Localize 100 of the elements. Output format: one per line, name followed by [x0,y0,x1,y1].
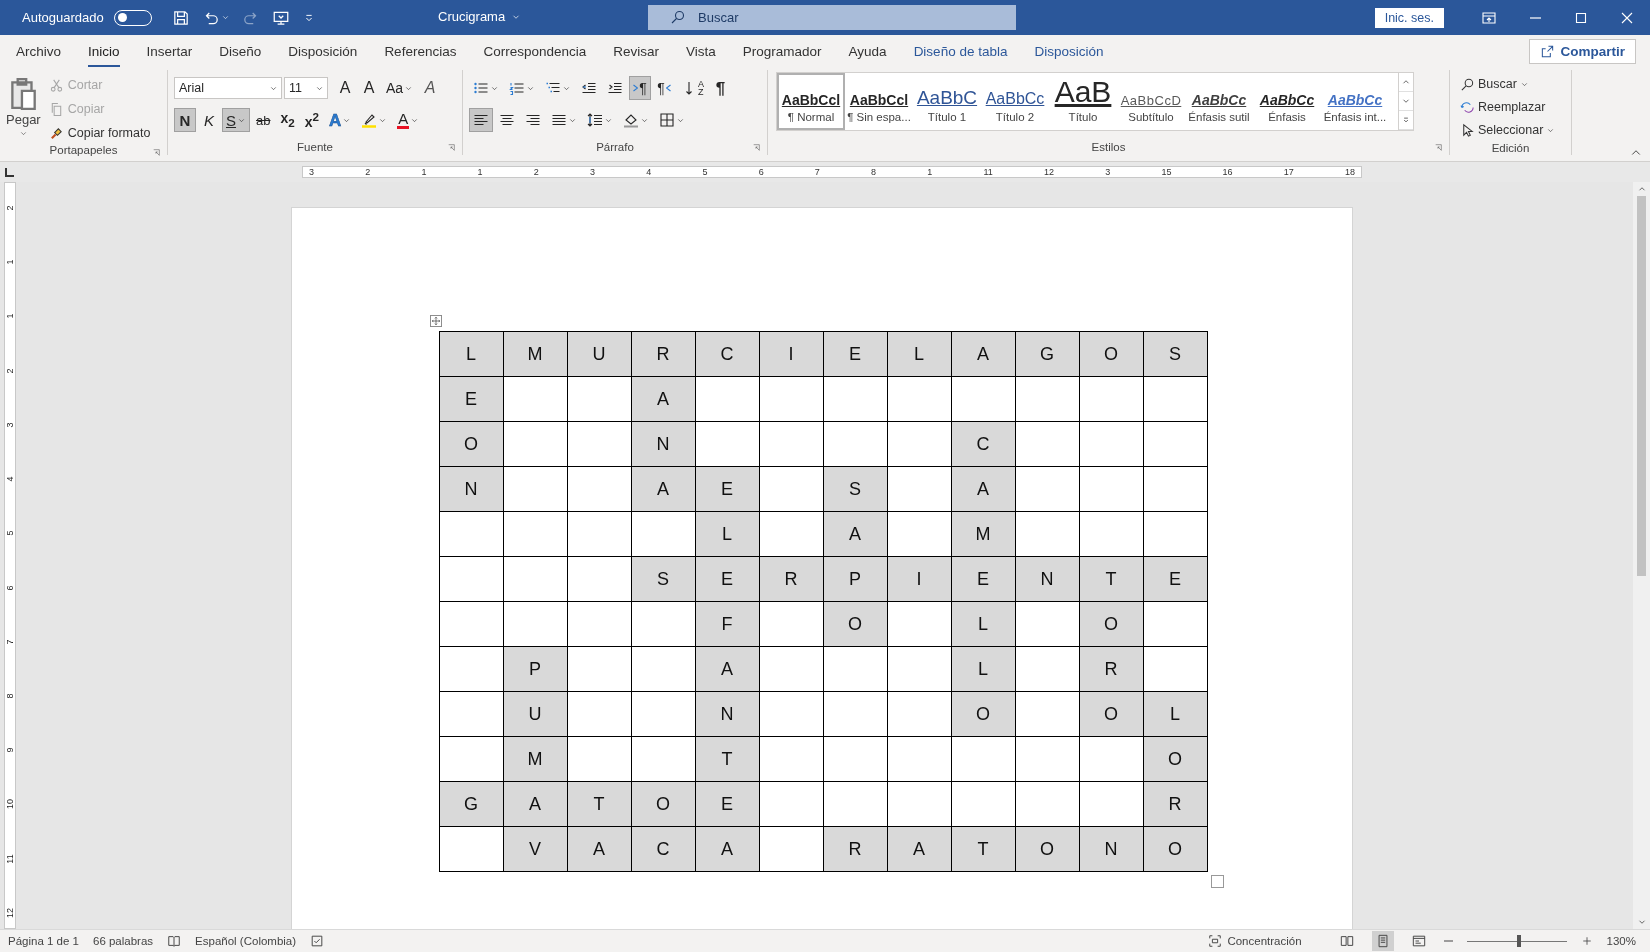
ribbon-tab[interactable]: Diseño de tabla [913,35,1008,67]
crossword-cell [887,511,951,557]
save-icon [171,8,190,27]
style-option[interactable]: AaBbCc Énfasis int... [1321,73,1389,130]
subscript-button[interactable]: x$_{2}$ [276,108,299,132]
ribbon-tab[interactable]: Vista [686,35,716,67]
show-marks-button[interactable]: ¶ [709,76,732,100]
tab-selector[interactable] [5,167,14,177]
ribbon-tab[interactable]: Correspondencia [483,35,587,67]
crossword-cell [631,601,695,647]
crossword-cell: P [823,556,887,602]
focus-button[interactable]: Concentración [1208,931,1302,951]
italic-button[interactable]: K [198,108,220,132]
crossword-cell: L [887,331,951,377]
clear-format-button[interactable]: A [419,76,442,100]
style-option[interactable]: AaB Título [1049,73,1117,130]
paint-bucket-icon [623,112,639,128]
ruler-number: 1 [5,259,15,265]
crossword-cell [503,376,567,422]
style-option[interactable]: AaBbCcl ¶ Normal [777,73,845,130]
ruler-number: 8 [871,167,877,177]
caret-icon [18,129,28,138]
crossword-cell: I [759,331,823,377]
table-resize-handle[interactable] [1210,875,1224,888]
search-field[interactable]: Buscar [648,5,1016,30]
font-family-field[interactable]: Arial [174,77,282,99]
ruler-number: 2 [533,167,539,177]
launcher-icon [152,148,161,157]
sort-button[interactable]: AZ [677,76,708,100]
find-button[interactable]: Buscar [1460,73,1561,95]
style-option[interactable]: AaBbC Título 1 [913,73,981,130]
ruler-number: 7 [5,639,15,645]
crossword-cell: G [439,781,503,827]
print-layout-icon [1375,934,1390,948]
ruler-number: 10 [5,799,15,810]
ribbon-tab[interactable]: Ayuda [848,35,887,67]
print-layout-button[interactable] [1371,931,1394,951]
ribbon-tab[interactable]: Revisar [613,35,659,67]
ribbon-tab[interactable]: Disposición [1034,35,1104,67]
style-option[interactable]: AaBbCc Título 2 [981,73,1049,130]
vertical-scrollbar[interactable] [1633,182,1650,929]
ribbon-tab[interactable]: Disposición [288,35,358,67]
ruler-number: 3 [1105,167,1111,177]
strikethrough-button[interactable]: ab [252,108,275,132]
align-left-button[interactable] [469,108,493,132]
share-button[interactable]: Compartir [1529,39,1636,64]
crossword-cell [631,736,695,782]
left-to-right-button[interactable]: ¶ [629,76,651,100]
ribbon-tab[interactable]: Programador [742,35,822,67]
slider-thumb[interactable] [1516,935,1521,947]
crossword-cell [567,691,631,737]
style-option[interactable]: AaBbCc Énfasis sutil [1185,73,1253,130]
style-option[interactable]: AaBbCc Énfasis [1253,73,1321,130]
font-size-field[interactable]: 11 [284,77,328,99]
change-case-button[interactable]: Aa [382,76,418,100]
word-count[interactable]: 66 palabras [93,935,154,947]
underline-button[interactable]: S [222,108,250,132]
zoom-level[interactable]: 130% [1606,935,1636,947]
format-painter-button[interactable]: Copiar formato [48,122,151,144]
style-option[interactable]: AaBbCcD Subtítulo [1117,73,1185,130]
right-to-left-button[interactable]: ¶ [653,76,675,100]
crossword-cell [1079,781,1143,827]
paste-button[interactable]: Pegar [6,74,41,144]
crossword-cell [567,376,631,422]
crossword-cell [695,421,759,467]
crossword-cell [695,376,759,422]
ribbon-tab[interactable]: Insertar [146,35,193,67]
page-count[interactable]: Página 1 de 1 [8,935,79,947]
language-label[interactable]: Español (Colombia) [195,935,297,947]
text-effects-button[interactable]: A [325,108,356,132]
bold-button[interactable]: N [174,108,196,132]
crossword-cell: M [503,331,567,377]
group-label: Estilos [1091,141,1126,153]
ribbon-tab[interactable]: Diseño [219,35,262,67]
select-button[interactable]: Seleccionar [1460,119,1561,141]
replace-button[interactable]: Reemplazar [1460,96,1561,118]
plus-icon [1580,935,1593,947]
crossword-cell: O [823,601,887,647]
crossword-cell [631,691,695,737]
sign-in-button[interactable]: Inic. ses. [1374,7,1444,28]
ruler-number: 5 [702,167,708,177]
ruler-number: 2 [365,167,371,177]
crossword-cell: T [567,781,631,827]
ribbon-tab[interactable]: Inicio [88,35,120,67]
document-title[interactable]: Crucigrama [438,9,522,24]
crossword-cell [1143,646,1207,692]
crossword-cell [759,826,823,872]
grow-font-button[interactable]: A [334,76,356,100]
style-option[interactable]: AaBbCcl ¶ Sin espa... [845,73,913,130]
superscript-button[interactable]: x$^{2}$ [300,108,324,132]
book-icon [167,934,182,948]
shrink-font-button[interactable]: A [358,76,380,100]
font-color-button[interactable]: A [393,108,424,132]
crossword-cell: L [695,511,759,557]
crossword-cell: A [823,511,887,557]
borders-icon [659,112,675,128]
crossword-cell: O [1143,826,1207,872]
ribbon-tab[interactable]: Archivo [16,35,61,67]
ribbon-tab[interactable]: Referencias [384,35,457,67]
bullet-list-icon [473,80,489,96]
